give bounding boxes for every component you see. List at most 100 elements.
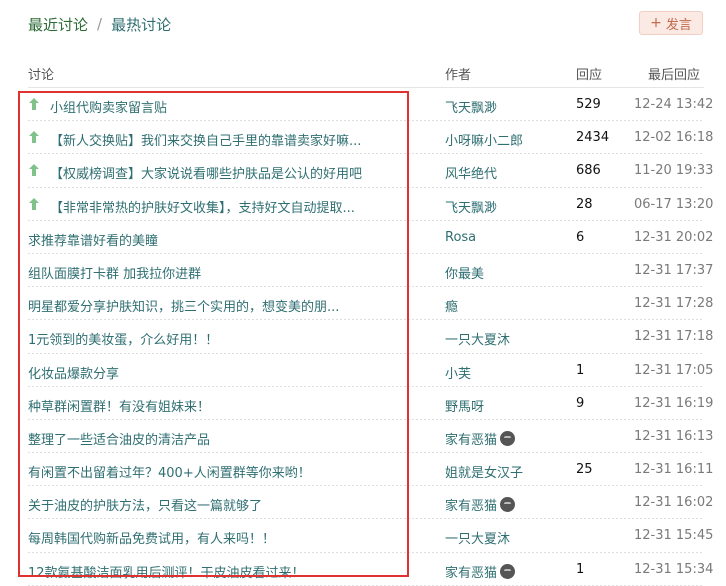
pinned-arrow-icon	[29, 164, 39, 177]
author-name: 小芙	[445, 366, 472, 382]
table-row: 化妆品爆款分享 小芙 1 12-31 17:05	[0, 354, 726, 387]
table-row: 种草群闲置群！有没有姐妹来！ 野馬呀 9 12-31 16:19	[0, 387, 726, 420]
reply-count: 6	[576, 229, 585, 245]
last-reply-time: 12-31 20:02	[634, 229, 714, 245]
tab-recent-discussions[interactable]: 最近讨论	[28, 14, 88, 35]
reply-count: 28	[576, 196, 593, 212]
topic-title-link[interactable]: 求推荐靠谱好看的美瞳	[28, 230, 158, 249]
author-name: 瘾	[445, 300, 459, 316]
author-link[interactable]: 家有恶猫	[445, 495, 516, 515]
author-name: 一只大夏沐	[445, 532, 511, 548]
table-row: 整理了一些适合油皮的清洁产品 家有恶猫 12-31 16:13	[0, 420, 726, 454]
last-reply-time: 12-31 15:45	[634, 528, 714, 544]
last-reply-time: 12-31 16:02	[634, 495, 714, 511]
reply-count: 2434	[576, 130, 610, 146]
last-reply-time: 06-17 13:20	[634, 196, 714, 212]
author-name: 飞天飘渺	[445, 101, 498, 116]
author-name: 小呀嘛小二郎	[445, 134, 524, 150]
author-link[interactable]: Rosa	[445, 230, 476, 245]
discussion-list: 小组代购卖家留言贴 飞天飘渺 529 12-24 13:42 【新人交换贴】我们来交换自…	[0, 88, 726, 586]
author-name: 家有恶猫	[445, 432, 498, 448]
table-row: 【权威榜调查】大家说说看哪些护肤品是公认的好用吧 风华绝代 686 11-20 19:…	[0, 154, 726, 188]
table-header: 讨论 作者 回应 最后回应	[0, 56, 726, 88]
last-reply-time: 12-31 17:05	[634, 362, 714, 378]
avatar-icon	[500, 497, 516, 513]
table-row: 组队面膜打卡群 加我拉你进群 你最美 12-31 17:37	[0, 254, 726, 288]
tab-separator: /	[97, 15, 103, 33]
table-row: 【非常非常热的护肤好文收集】，支持好文自动提取... 飞天飘渺 28 06-17 13…	[0, 188, 726, 221]
reply-count: 9	[576, 395, 585, 411]
reply-count: 25	[576, 462, 593, 478]
topic-title-link[interactable]: 每周韩国代购新品免费试用，有人来吗！！	[28, 528, 275, 547]
table-row: 有闲置不出留着过年？400+人闲置群等你来哟！ 姐就是女汉子 25 12-31 16:…	[0, 453, 726, 487]
author-name: 野馬呀	[445, 399, 485, 415]
last-reply-time: 12-31 17:37	[634, 262, 714, 278]
topic-title-link[interactable]: 12款氨基酸洁面乳用后测评！干皮油皮看过来！	[28, 562, 305, 581]
pinned-arrow-icon	[29, 98, 39, 110]
pinned-arrow-icon	[29, 197, 39, 210]
author-name: 家有恶猫	[445, 499, 498, 515]
author-name: 一只大夏沐	[445, 333, 511, 349]
table-row: 明星都爱分享护肤知识，挑三个实用的，想变美的朋... 瘾 12-31 17:28	[0, 287, 726, 321]
topic-title-link[interactable]: 【非常非常热的护肤好文收集】，支持好文自动提取...	[50, 197, 355, 216]
author-name: 家有恶猫	[445, 565, 498, 581]
avatar-icon	[500, 563, 516, 579]
topic-title-link[interactable]: 有闲置不出留着过年？400+人闲置群等你来哟！	[28, 462, 311, 481]
header-replies: 回应	[576, 68, 603, 83]
author-link[interactable]: 一只大夏沐	[445, 329, 510, 348]
table-row: 求推荐靠谱好看的美瞳 Rosa 6 12-31 20:02	[0, 221, 726, 254]
header-last-reply: 最后回应	[648, 68, 701, 83]
header-author: 作者	[445, 68, 472, 83]
table-row: 关于油皮的护肤方法，只看这一篇就够了 家有恶猫 12-31 16:02	[0, 486, 726, 520]
author-link[interactable]: 飞天飘渺	[445, 197, 497, 216]
topic-title-link[interactable]: 明星都爱分享护肤知识，挑三个实用的，想变美的朋...	[28, 296, 339, 315]
last-reply-time: 12-31 16:11	[634, 462, 714, 478]
plus-icon: +	[650, 15, 662, 31]
author-link[interactable]: 风华绝代	[445, 163, 497, 182]
pinned-arrow-icon	[29, 131, 39, 144]
last-reply-time: 12-31 17:18	[634, 329, 714, 345]
topic-title-link[interactable]: 【权威榜调查】大家说说看哪些护肤品是公认的好用吧	[50, 163, 362, 182]
topic-title-link[interactable]: 小组代购卖家留言贴	[50, 97, 167, 116]
reply-count: 529	[576, 97, 601, 112]
post-button-label: 发言	[665, 17, 692, 33]
author-link[interactable]: 姐就是女汉子	[445, 462, 523, 481]
topic-title-link[interactable]: 1元领到的美妆蛋，介么好用！！	[28, 329, 218, 348]
table-row: 【新人交换贴】我们来交换自己手里的靠谱卖家好嘛... 小呀嘛小二郎 2434 12-0…	[0, 121, 726, 155]
author-link[interactable]: 家有恶猫	[445, 562, 516, 581]
author-link[interactable]: 瘾	[445, 296, 458, 315]
last-reply-time: 12-31 16:19	[634, 395, 714, 411]
author-link[interactable]: 家有恶猫	[445, 429, 516, 448]
author-name: 飞天飘渺	[445, 200, 498, 216]
author-name: Rosa	[445, 229, 477, 245]
topic-title-link[interactable]: 组队面膜打卡群 加我拉你进群	[28, 263, 201, 282]
header-topic: 讨论	[28, 68, 55, 83]
author-name: 姐就是女汉子	[445, 466, 524, 482]
tab-hot-discussions[interactable]: 最热讨论	[111, 14, 171, 35]
reply-count: 686	[576, 163, 601, 179]
topic-title-link[interactable]: 化妆品爆款分享	[28, 363, 119, 382]
author-link[interactable]: 你最美	[445, 263, 484, 282]
post-button[interactable]: + 发言	[639, 11, 703, 35]
author-name: 风华绝代	[445, 167, 498, 183]
topic-title-link[interactable]: 关于油皮的护肤方法，只看这一篇就够了	[28, 495, 262, 514]
table-row: 小组代购卖家留言贴 飞天飘渺 529 12-24 13:42	[0, 88, 726, 122]
topic-title-link[interactable]: 整理了一些适合油皮的清洁产品	[28, 429, 210, 448]
last-reply-time: 12-31 17:28	[634, 296, 714, 312]
last-reply-time: 11-20 19:33	[634, 163, 714, 179]
author-name: 你最美	[445, 266, 485, 282]
author-link[interactable]: 野馬呀	[445, 396, 484, 415]
reply-count: 1	[576, 561, 585, 577]
table-row: 每周韩国代购新品免费试用，有人来吗！！ 一只大夏沐 12-31 15:45	[0, 519, 726, 553]
last-reply-time: 12-02 16:18	[634, 130, 714, 146]
table-row: 1元领到的美妆蛋，介么好用！！ 一只大夏沐 12-31 17:18	[0, 320, 726, 354]
topic-title-link[interactable]: 【新人交换贴】我们来交换自己手里的靠谱卖家好嘛...	[50, 130, 361, 149]
author-link[interactable]: 小呀嘛小二郎	[445, 130, 523, 149]
author-link[interactable]: 一只大夏沐	[445, 528, 510, 547]
author-link[interactable]: 小芙	[445, 363, 471, 382]
reply-count: 1	[576, 362, 585, 378]
last-reply-time: 12-31 15:34	[634, 561, 714, 577]
author-link[interactable]: 飞天飘渺	[445, 97, 497, 116]
avatar-icon	[500, 430, 516, 446]
topic-title-link[interactable]: 种草群闲置群！有没有姐妹来！	[28, 396, 210, 415]
